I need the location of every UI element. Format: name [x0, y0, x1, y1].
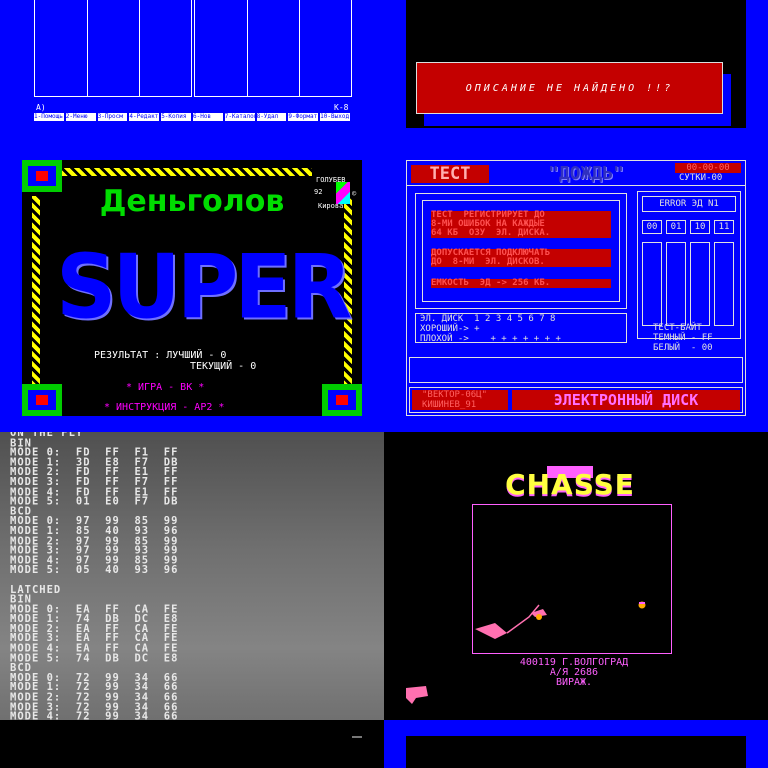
fkey-delete[interactable]: 8-Удал	[256, 113, 287, 121]
footer-title: ЭЛЕКТРОННЫЙ ДИСК	[512, 390, 740, 410]
info-text-3: ЕМКОСТЬ ЭД -> 256 КБ.	[431, 279, 611, 288]
game-title: Деньголов	[99, 184, 285, 219]
play-field[interactable]	[472, 504, 672, 654]
blank-screen	[0, 720, 384, 768]
chasse-game-screen: CHASSE 400119 Г.ВОЛГОГРАД А/Я 2686 ВИРАЖ…	[384, 432, 768, 720]
info-text-1: ТЕСТ РЕГИСТРИРУЕТ ДО 8-МИ ОШИБОК НА КАЖД…	[431, 211, 611, 238]
disk-good-row: ХОРОШИЙ-> +	[420, 324, 480, 334]
fkey-help[interactable]: 1-Помощь	[34, 113, 64, 121]
info-text-2: ДОПУСКАЕТСЯ ПОДКЛЮЧАТЬ ДО 8-МИ ЭЛ. ДИСКО…	[431, 249, 611, 267]
disk-table-header: ЭЛ. ДИСК 1 2 3 4 5 6 7 8	[420, 314, 556, 324]
days-counter: СУТКИ-00	[679, 173, 723, 183]
fkey-exit[interactable]: 10-Выход	[320, 113, 350, 121]
game-title-screen: ГОЛУБЕВ 92 © Кирова Деньголов SUPER РЕЗУ…	[0, 144, 384, 432]
author-logo: ГОЛУБЕВ 92 © Кирова	[314, 176, 357, 210]
menu-play[interactable]: * ИГРА - ВК *	[126, 382, 204, 393]
game-screen: ГОЛУБЕВ 92 © Кирова Деньголов SUPER РЕЗУ…	[22, 160, 362, 416]
test-byte-title: ТЕСТ-БАЙТ	[653, 323, 702, 333]
bit-column	[642, 242, 662, 326]
footer-city: КИШИНЕВ_91	[422, 400, 477, 410]
left-drive-label: A)	[36, 103, 46, 112]
right-drive-label: K-8	[334, 103, 349, 112]
bit-pattern: 10	[690, 220, 710, 234]
screen-speck	[352, 736, 362, 738]
bit-pattern: 11	[714, 220, 734, 234]
corner-block-icon	[22, 160, 62, 192]
bit-column	[714, 242, 734, 326]
header-test-name: "ДОЖДЬ"	[548, 163, 624, 184]
left-file-panel[interactable]	[34, 0, 192, 97]
file-manager-screen: A) K-8 1-Помощь 2-Меню 3-Просм 4-Редакт …	[0, 0, 384, 144]
bit-column	[690, 242, 710, 326]
test-byte-dark: ТЕМНЫЙ - FF	[653, 333, 713, 343]
clock: 00-00-00	[675, 163, 741, 173]
bit-pattern: 00	[642, 220, 662, 234]
rope-border-left	[32, 196, 40, 396]
fkey-view[interactable]: 3-Просм	[97, 113, 128, 121]
error-message: ОПИСАНИЕ НЕ НАЙДЕНО !!?	[465, 82, 674, 94]
fkey-new[interactable]: 6-Нов	[192, 113, 223, 121]
function-key-bar: 1-Помощь 2-Меню 3-Просм 4-Редакт 5-Копия…	[34, 113, 350, 121]
trail-line	[506, 604, 540, 634]
blank-blue-screen	[384, 720, 768, 768]
fkey-format[interactable]: 9-Формат	[288, 113, 319, 121]
disk-bad-row: ПЛОХОЙ -> + + + + + + +	[420, 334, 561, 344]
error-screen: ОПИСАНИЕ НЕ НАЙДЕНО !!?	[384, 0, 768, 144]
game-title: CHASSE	[505, 468, 635, 501]
bit-column	[666, 242, 686, 326]
info-panel: ТЕСТ РЕГИСТРИРУЕТ ДО 8-МИ ОШИБОК НА КАЖД…	[415, 193, 627, 309]
address-line-3: ВИРАЖ.	[555, 677, 593, 688]
fkey-copy[interactable]: 5-Копия	[161, 113, 191, 121]
fkey-catalog[interactable]: 7-Каталог	[224, 113, 255, 121]
logo-graphic-icon	[336, 182, 350, 204]
fkey-menu[interactable]: 2-Меню	[65, 113, 96, 121]
play-field-graphics	[475, 601, 646, 639]
address-block: 400119 Г.ВОЛГОГРАД А/Я 2686 ВИРАЖ.	[464, 658, 684, 688]
error-dialog: ОПИСАНИЕ НЕ НАЙДЕНО !!?	[416, 62, 723, 114]
footer-computer: "ВЕКТОР-06Ц"	[422, 390, 488, 400]
player-sprite-icon	[475, 623, 507, 639]
test-frame: ТЕСТ "ДОЖДЬ" 00-00-00 СУТКИ-00 ТЕСТ РЕГИ…	[406, 160, 746, 416]
corner-block-icon	[22, 384, 62, 416]
rope-border-top	[62, 168, 312, 176]
error-label: ERROR ЭД N1	[642, 196, 736, 212]
score-best: РЕЗУЛЬТАТ : ЛУЧШИЙ - 0	[94, 350, 227, 361]
photo-dump-screen: ON THE FLY BIN MODE 0: FD FF F1 FF MODE …	[0, 432, 384, 720]
score-current: ТЕКУЩИЙ - 0	[190, 361, 257, 372]
footer-bar: "ВЕКТОР-06Ц" КИШИНЕВ_91 ЭЛЕКТРОННЫЙ ДИСК	[409, 387, 743, 413]
copyright-icon: ©	[352, 190, 357, 198]
screen-panel	[406, 736, 746, 768]
right-file-panel[interactable]	[194, 0, 352, 97]
test-byte-white: БЕЛЫЙ - 00	[653, 343, 713, 353]
fkey-edit[interactable]: 4-Редакт	[129, 113, 160, 121]
bit-pattern: 01	[666, 220, 686, 234]
disk-table: ЭЛ. ДИСК 1 2 3 4 5 6 7 8 ХОРОШИЙ-> + ПЛО…	[415, 313, 627, 344]
status-panel: ERROR ЭД N1 00 01 10 11	[637, 191, 741, 339]
menu-instructions[interactable]: * ИНСТРУКЦИЯ - АР2 *	[104, 402, 224, 413]
header-test: ТЕСТ	[411, 165, 489, 183]
disk-test-screen: ТЕСТ "ДОЖДЬ" 00-00-00 СУТКИ-00 ТЕСТ РЕГИ…	[384, 144, 768, 432]
corner-block-icon	[322, 384, 362, 416]
lives-sprite-icon	[406, 686, 428, 704]
register-dump: ON THE FLY BIN MODE 0: FD FF F1 FF MODE …	[10, 432, 179, 720]
message-bar	[409, 357, 743, 383]
ball-icon	[536, 614, 542, 620]
super-logo: SUPER	[56, 235, 352, 339]
